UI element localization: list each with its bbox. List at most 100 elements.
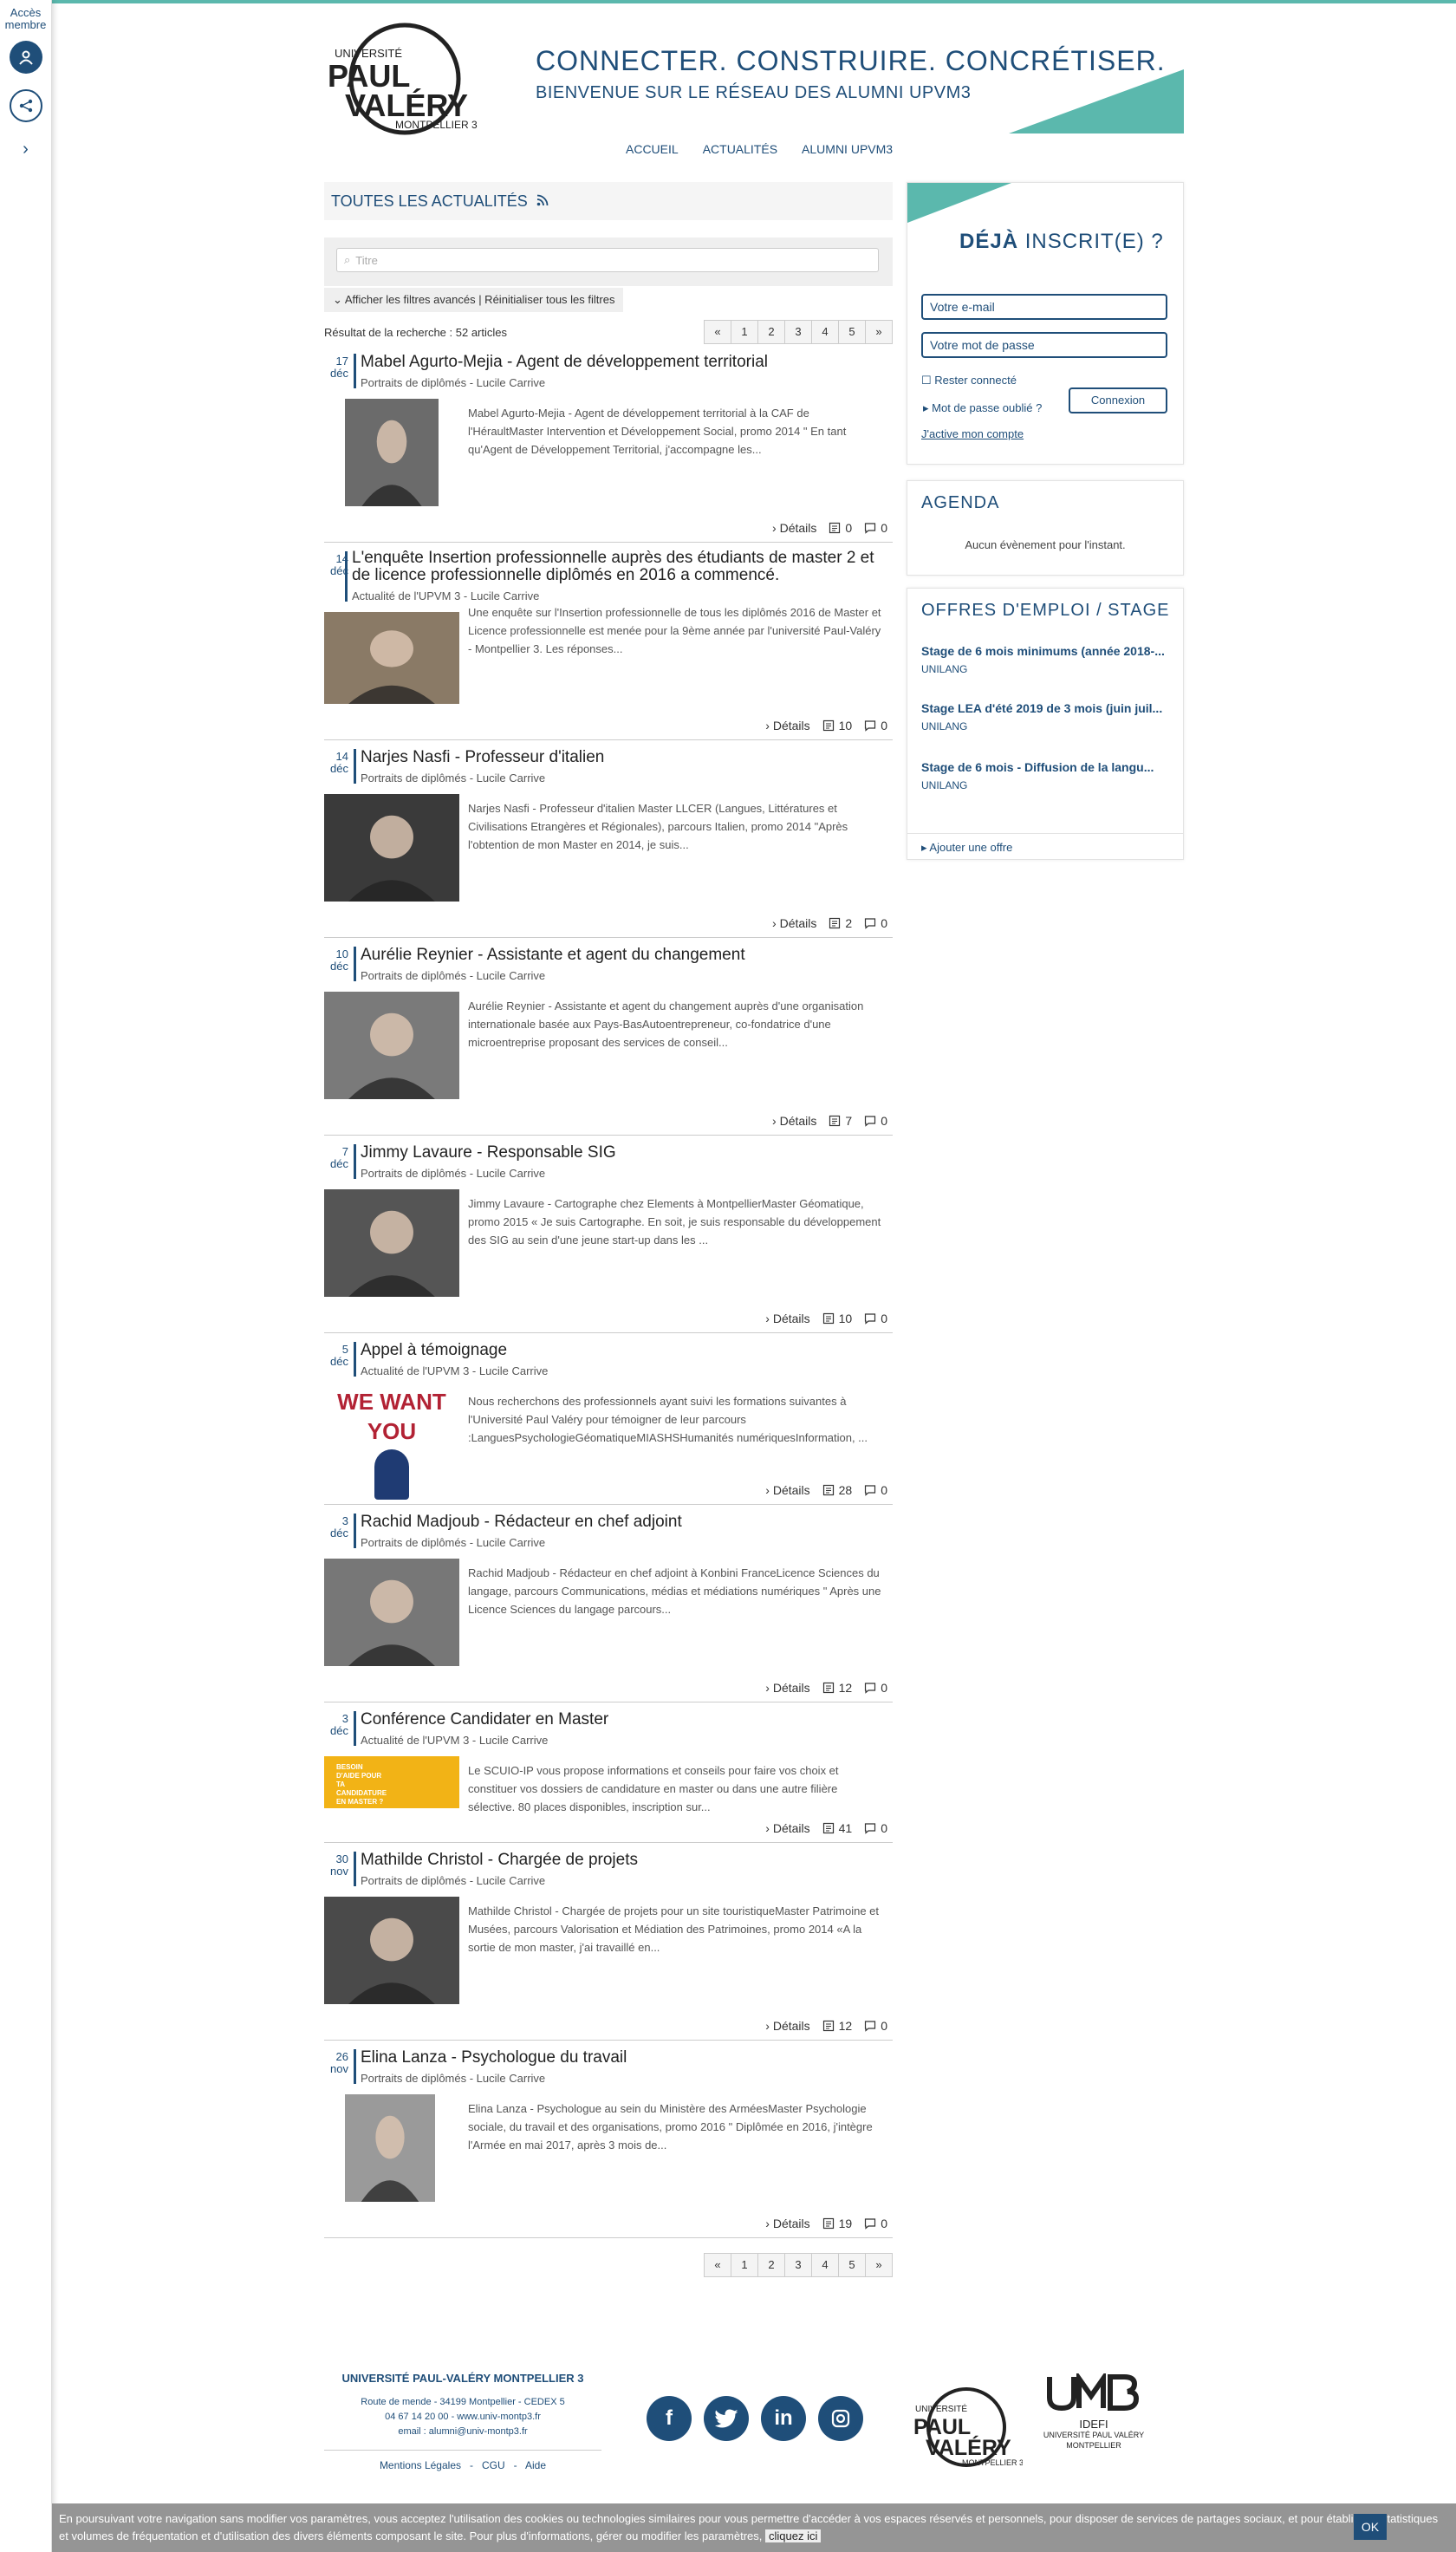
article-title[interactable]: Aurélie Reynier - Assistante et agent du… (361, 947, 887, 964)
details-link[interactable]: › Détails (765, 1821, 809, 1835)
nav-alumni[interactable]: ALUMNI UPVM3 (802, 142, 893, 156)
details-link[interactable]: › Détails (772, 1114, 816, 1128)
article-day: 14 (335, 750, 348, 763)
pager-prev[interactable]: « (704, 320, 731, 344)
document-icon (822, 1312, 834, 1325)
article-title[interactable]: Mabel Agurto-Mejia - Agent de développem… (361, 354, 887, 371)
pager-page-3[interactable]: 3 (784, 320, 812, 344)
details-link[interactable]: › Détails (772, 521, 816, 535)
article-thumbnail[interactable] (324, 992, 459, 1099)
article-title[interactable]: Conférence Candidater en Master (361, 1711, 887, 1728)
comments-count: 0 (864, 916, 887, 930)
article-thumbnail[interactable] (324, 1559, 459, 1666)
twitter-icon[interactable] (704, 2396, 749, 2441)
pager-page-1[interactable]: 1 (731, 320, 758, 344)
pager-next[interactable]: » (865, 2253, 893, 2277)
article-title[interactable]: Elina Lanza - Psychologue du travail (361, 2049, 887, 2067)
facebook-icon[interactable]: f (647, 2396, 692, 2441)
article-excerpt: Le SCUIO-IP vous propose informations et… (468, 1764, 839, 1813)
pager-page-2[interactable]: 2 (757, 320, 785, 344)
footer-link-cgu[interactable]: CGU (482, 2459, 505, 2471)
nav-accueil[interactable]: ACCUEIL (626, 142, 679, 156)
article-date: 3 déc (324, 1515, 348, 1539)
pager-page-5[interactable]: 5 (838, 2253, 866, 2277)
article-thumbnail[interactable] (324, 1189, 459, 1297)
article-title[interactable]: Mathilde Christol - Chargée de projets (361, 1852, 887, 1869)
article-day: 7 (341, 1145, 348, 1158)
share-icon[interactable] (9, 88, 42, 122)
umb-logo[interactable]: IDEFI UNIVERSITÉ PAUL VALÉRY MONTPELLIER (1042, 2370, 1146, 2451)
connexion-button[interactable]: Connexion (1069, 387, 1167, 413)
expand-chevron-icon[interactable]: › (0, 140, 51, 160)
article-excerpt: Une enquête sur l'Insertion professionne… (468, 606, 881, 655)
pager-page-4[interactable]: 4 (811, 2253, 839, 2277)
cookie-settings-link[interactable]: cliquez ici (765, 2529, 822, 2542)
cookie-ok-button[interactable]: OK (1354, 2514, 1387, 2540)
details-link[interactable]: › Détails (772, 916, 816, 930)
article-footer: › Détails 41 0 (765, 1821, 887, 1835)
article-excerpt: Mathilde Christol - Chargée de projets p… (468, 1904, 880, 1954)
pager-page-3[interactable]: 3 (784, 2253, 812, 2277)
activate-account-link[interactable]: J'active mon compte (921, 427, 1024, 440)
article-title[interactable]: Rachid Madjoub - Rédacteur en chef adjoi… (361, 1514, 887, 1531)
search-icon: ⌕ (344, 253, 351, 266)
job-item[interactable]: Stage LEA d'été 2019 de 3 mois (juin jui… (921, 701, 1173, 732)
footer-logo-line-4: MONTPELLIER 3 (962, 2458, 1023, 2467)
views-value: 10 (838, 719, 853, 732)
article-thumbnail[interactable] (345, 399, 439, 506)
instagram-icon[interactable] (818, 2396, 863, 2441)
details-link[interactable]: › Détails (765, 2019, 809, 2033)
footer-phone[interactable]: 04 67 14 20 00 - www.univ-montp3.fr (324, 2410, 601, 2425)
search-input[interactable]: ⌕ Titre (336, 248, 879, 272)
comments-count: 0 (864, 1312, 887, 1325)
password-field[interactable]: Votre mot de passe (921, 332, 1167, 358)
rss-icon[interactable] (536, 192, 549, 211)
article-thumbnail[interactable] (324, 612, 459, 704)
article-title[interactable]: Narjes Nasfi - Professeur d'italien (361, 749, 887, 766)
remember-checkbox[interactable]: ☐ Rester connecté (921, 374, 1017, 387)
advanced-filters-label: Afficher les filtres avancés | Réinitial… (344, 293, 615, 306)
pager-page-2[interactable]: 2 (757, 2253, 785, 2277)
article-date: 14 déc (324, 751, 348, 774)
pager-next[interactable]: » (865, 320, 893, 344)
job-title[interactable]: Stage de 6 mois minimums (année 2018-... (921, 644, 1173, 658)
details-link[interactable]: › Détails (765, 1483, 809, 1497)
article-thumbnail[interactable]: BESOIN D'AIDE POUR TA CANDIDATURE EN MAS… (324, 1756, 459, 1808)
university-logo[interactable]: UNIVERSITÉ PAUL VALÉRY MONTPELLIER 3 (322, 19, 487, 139)
advanced-filters-toggle[interactable]: ⌄ Afficher les filtres avancés | Réiniti… (324, 288, 624, 312)
pager-page-5[interactable]: 5 (838, 320, 866, 344)
linkedin-icon[interactable]: in (761, 2396, 806, 2441)
article-thumbnail[interactable] (345, 2094, 435, 2202)
job-title[interactable]: Stage LEA d'été 2019 de 3 mois (juin jui… (921, 701, 1173, 715)
article-date: 5 déc (324, 1344, 348, 1367)
nav-actualites[interactable]: ACTUALITÉS (703, 142, 777, 156)
views-count: 41 (822, 1821, 852, 1835)
job-title[interactable]: Stage de 6 mois - Diffusion de la langu.… (921, 760, 1173, 774)
user-icon[interactable] (9, 40, 42, 74)
details-link[interactable]: › Détails (765, 719, 809, 732)
footer-link-aide[interactable]: Aide (525, 2459, 546, 2471)
pager-page-1[interactable]: 1 (731, 2253, 758, 2277)
pager-page-4[interactable]: 4 (811, 320, 839, 344)
footer-link-mentions[interactable]: Mentions Légales (380, 2459, 461, 2471)
article-title[interactable]: Appel à témoignage (361, 1342, 887, 1359)
footer-links: Mentions Légales - CGU - Aide (379, 2459, 547, 2471)
article-thumbnail[interactable] (324, 794, 459, 902)
header-decoration (1009, 69, 1184, 133)
article-title[interactable]: L'enquête Insertion professionnelle aupr… (352, 550, 887, 584)
footer-email[interactable]: email : alumni@univ-montp3.fr (324, 2425, 601, 2439)
details-link[interactable]: › Détails (765, 2217, 809, 2230)
forgot-password-link[interactable]: ▸ Mot de passe oublié ? (923, 401, 1042, 415)
footer-university-logo[interactable]: UNIVERSITÉ PAUL VALÉRY MONTPELLIER 3 (910, 2386, 1023, 2469)
job-item[interactable]: Stage de 6 mois - Diffusion de la langu.… (921, 760, 1173, 791)
pager-prev[interactable]: « (704, 2253, 731, 2277)
details-link[interactable]: › Détails (765, 1312, 809, 1325)
article-title[interactable]: Jimmy Lavaure - Responsable SIG (361, 1144, 887, 1162)
job-item[interactable]: Stage de 6 mois minimums (année 2018-...… (921, 644, 1173, 675)
email-field[interactable]: Votre e-mail (921, 294, 1167, 320)
article-thumbnail[interactable] (324, 1897, 459, 2004)
article-date: 7 déc (324, 1146, 348, 1169)
details-link[interactable]: › Détails (765, 1681, 809, 1695)
add-offer-link[interactable]: ▸ Ajouter une offre (907, 833, 1183, 862)
article-thumbnail[interactable]: WE WANT YOU (324, 1387, 459, 1500)
